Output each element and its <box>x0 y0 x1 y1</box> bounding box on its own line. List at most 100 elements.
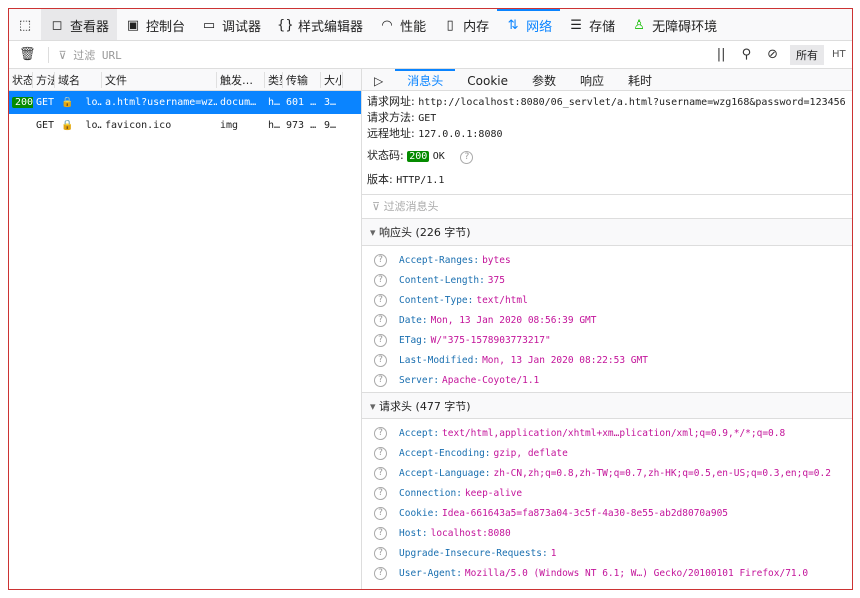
header-name: User-Agent: <box>399 567 462 579</box>
header-row[interactable]: ? Cookie: Idea-661643a5=fa873a04-3c5f-4a30… <box>362 503 852 523</box>
tab-performance[interactable]: ◠ 性能 <box>371 9 434 40</box>
col-size[interactable]: 大小 <box>321 71 343 88</box>
tab-console[interactable]: ▣ 控制台 <box>117 9 193 40</box>
header-row[interactable]: ? Connection: keep-alive <box>362 483 852 503</box>
table-row[interactable]: GET 🔒 lo… favicon.ico img h… 973 … 9… <box>9 114 361 137</box>
col-type[interactable]: 类型 <box>265 71 283 88</box>
status-text: OK <box>432 151 445 162</box>
help-icon[interactable]: ? <box>374 466 387 480</box>
header-name: Connection: <box>399 487 462 499</box>
col-status[interactable]: 状态 <box>9 71 33 88</box>
request-details-panel: ▷ 消息头 Cookie 参数 响应 耗时 请求网址: http://local… <box>362 69 852 589</box>
header-value: 1 <box>550 547 557 559</box>
request-headers-section[interactable]: ▾ 请求头 (477 字节) <box>362 392 852 419</box>
status-badge: 200 <box>12 97 33 108</box>
filter-html-button[interactable]: HTML <box>832 49 846 60</box>
header-row[interactable]: ? Date: Mon, 13 Jan 2020 08:56:39 GMT <box>362 310 852 330</box>
header-row[interactable]: ? Accept: text/html,application/xhtml+xm…p… <box>362 423 852 443</box>
header-name: Date: <box>399 314 428 326</box>
response-headers-section[interactable]: ▾ 响应头 (226 字节) <box>362 219 852 246</box>
header-value: localhost:8080 <box>430 527 511 539</box>
header-row[interactable]: ? Content-Type: text/html <box>362 290 852 310</box>
table-row[interactable]: 200 GET 🔒 lo… a.html?username=wz… docum…… <box>9 91 361 114</box>
element-picker-button[interactable]: ⬚ <box>9 9 41 40</box>
help-icon[interactable]: ? <box>374 353 387 367</box>
performance-icon: ◠ <box>381 18 393 33</box>
tab-memory[interactable]: ▯ 内存 <box>434 9 497 40</box>
toggle-sidebar-icon[interactable]: ▷ <box>362 69 395 91</box>
header-row[interactable]: ? Host: localhost:8080 <box>362 523 852 543</box>
header-row[interactable]: ? Upgrade-Insecure-Requests: 1 <box>362 543 852 563</box>
clear-trash-icon[interactable]: 🗑 <box>15 47 40 62</box>
header-row[interactable]: ? Content-Length: 375 <box>362 270 852 290</box>
tab-label: 性能 <box>400 20 427 35</box>
tab-debugger[interactable]: ▭ 调试器 <box>193 9 269 40</box>
url-filter-placeholder: 过滤 URL <box>73 48 122 62</box>
header-value: text/html <box>476 294 528 306</box>
block-icon[interactable]: ⊘ <box>763 47 782 62</box>
help-icon[interactable]: ? <box>374 546 387 560</box>
help-icon[interactable]: ? <box>374 333 387 347</box>
header-value: 375 <box>487 274 505 286</box>
tab-label: 调试器 <box>222 20 262 35</box>
tab-timings[interactable]: 耗时 <box>616 69 664 91</box>
help-icon[interactable]: ? <box>460 151 474 164</box>
inspector-icon: ◻ <box>51 18 63 33</box>
header-name: Cookie: <box>399 507 440 519</box>
header-row[interactable]: ? Accept-Ranges: bytes <box>362 250 852 270</box>
tab-network[interactable]: ⇅ 网络 <box>497 9 561 40</box>
header-row[interactable]: ? ETag: W/"375-1578903773217" <box>362 330 852 350</box>
header-row[interactable]: ? Accept-Encoding: gzip, deflate <box>362 443 852 463</box>
search-icon[interactable]: ⚲ <box>738 47 756 62</box>
col-file[interactable]: 文件 <box>102 71 217 88</box>
header-filter-input[interactable]: ⊽ 过滤消息头 <box>362 194 852 219</box>
tab-inspector[interactable]: ◻ 查看器 <box>41 9 118 40</box>
help-icon[interactable]: ? <box>374 506 387 520</box>
tab-label: 存储 <box>589 20 616 35</box>
tab-params[interactable]: 参数 <box>520 69 568 91</box>
file: favicon.ico <box>105 120 172 131</box>
collapse-triangle-icon: ▾ <box>370 400 376 413</box>
tab-storage[interactable]: ☰ 存储 <box>560 9 623 40</box>
tab-cookies[interactable]: Cookie <box>455 69 520 91</box>
col-transferred[interactable]: 传输 <box>283 71 321 88</box>
col-cause[interactable]: 触发… <box>217 71 265 88</box>
url-filter-input[interactable]: ⊽ 过滤 URL <box>47 46 705 63</box>
col-domain[interactable]: 域名 <box>55 71 102 88</box>
filter-all-button[interactable]: 所有 <box>790 44 824 65</box>
help-icon[interactable]: ? <box>374 426 387 440</box>
value: 127.0.0.1:8080 <box>418 129 503 140</box>
help-icon[interactable]: ? <box>374 373 387 387</box>
help-icon[interactable]: ? <box>374 446 387 460</box>
header-row[interactable]: ? Server: Apache-Coyote/1.1 <box>362 370 852 390</box>
header-name: Upgrade-Insecure-Requests: <box>399 547 548 559</box>
header-value: zh-CN,zh;q=0.8,zh-TW;q=0.7,zh-HK;q=0.5,e… <box>493 467 831 479</box>
tab-style-editor[interactable]: {} 样式编辑器 <box>269 9 371 40</box>
help-icon[interactable]: ? <box>374 526 387 540</box>
help-icon[interactable]: ? <box>374 293 387 307</box>
help-icon[interactable]: ? <box>374 313 387 327</box>
col-method[interactable]: 方法 <box>33 71 55 88</box>
header-filter-placeholder: 过滤消息头 <box>383 200 439 213</box>
tab-accessibility[interactable]: ♙ 无障碍环境 <box>623 9 725 40</box>
value: HTTP/1.1 <box>396 175 445 186</box>
value: http://localhost:8080/06_servlet/a.html?… <box>418 97 846 108</box>
header-row[interactable]: ? User-Agent: Mozilla/5.0 (Windows NT 6.1;… <box>362 563 852 583</box>
header-name: Content-Length: <box>399 274 485 286</box>
cause: img <box>220 120 239 131</box>
remote-address: 远程地址: 127.0.0.1:8080 <box>362 126 852 142</box>
header-row[interactable]: ? Accept-Language: zh-CN,zh;q=0.8,zh-TW;q=… <box>362 463 852 483</box>
request-url: 请求网址: http://localhost:8080/06_servlet/a… <box>362 91 852 110</box>
tab-response[interactable]: 响应 <box>568 69 616 91</box>
pause-icon[interactable]: || <box>713 47 730 62</box>
tab-headers[interactable]: 消息头 <box>395 69 456 91</box>
help-icon[interactable]: ? <box>374 486 387 500</box>
help-icon[interactable]: ? <box>374 566 387 580</box>
memory-icon: ▯ <box>446 18 454 33</box>
type: h… <box>268 120 281 131</box>
help-icon[interactable]: ? <box>374 253 387 267</box>
help-icon[interactable]: ? <box>374 273 387 287</box>
request-method: 请求方法: GET <box>362 110 852 126</box>
header-row[interactable]: ? Last-Modified: Mon, 13 Jan 2020 08:22:53… <box>362 350 852 370</box>
method: GET <box>36 97 55 108</box>
